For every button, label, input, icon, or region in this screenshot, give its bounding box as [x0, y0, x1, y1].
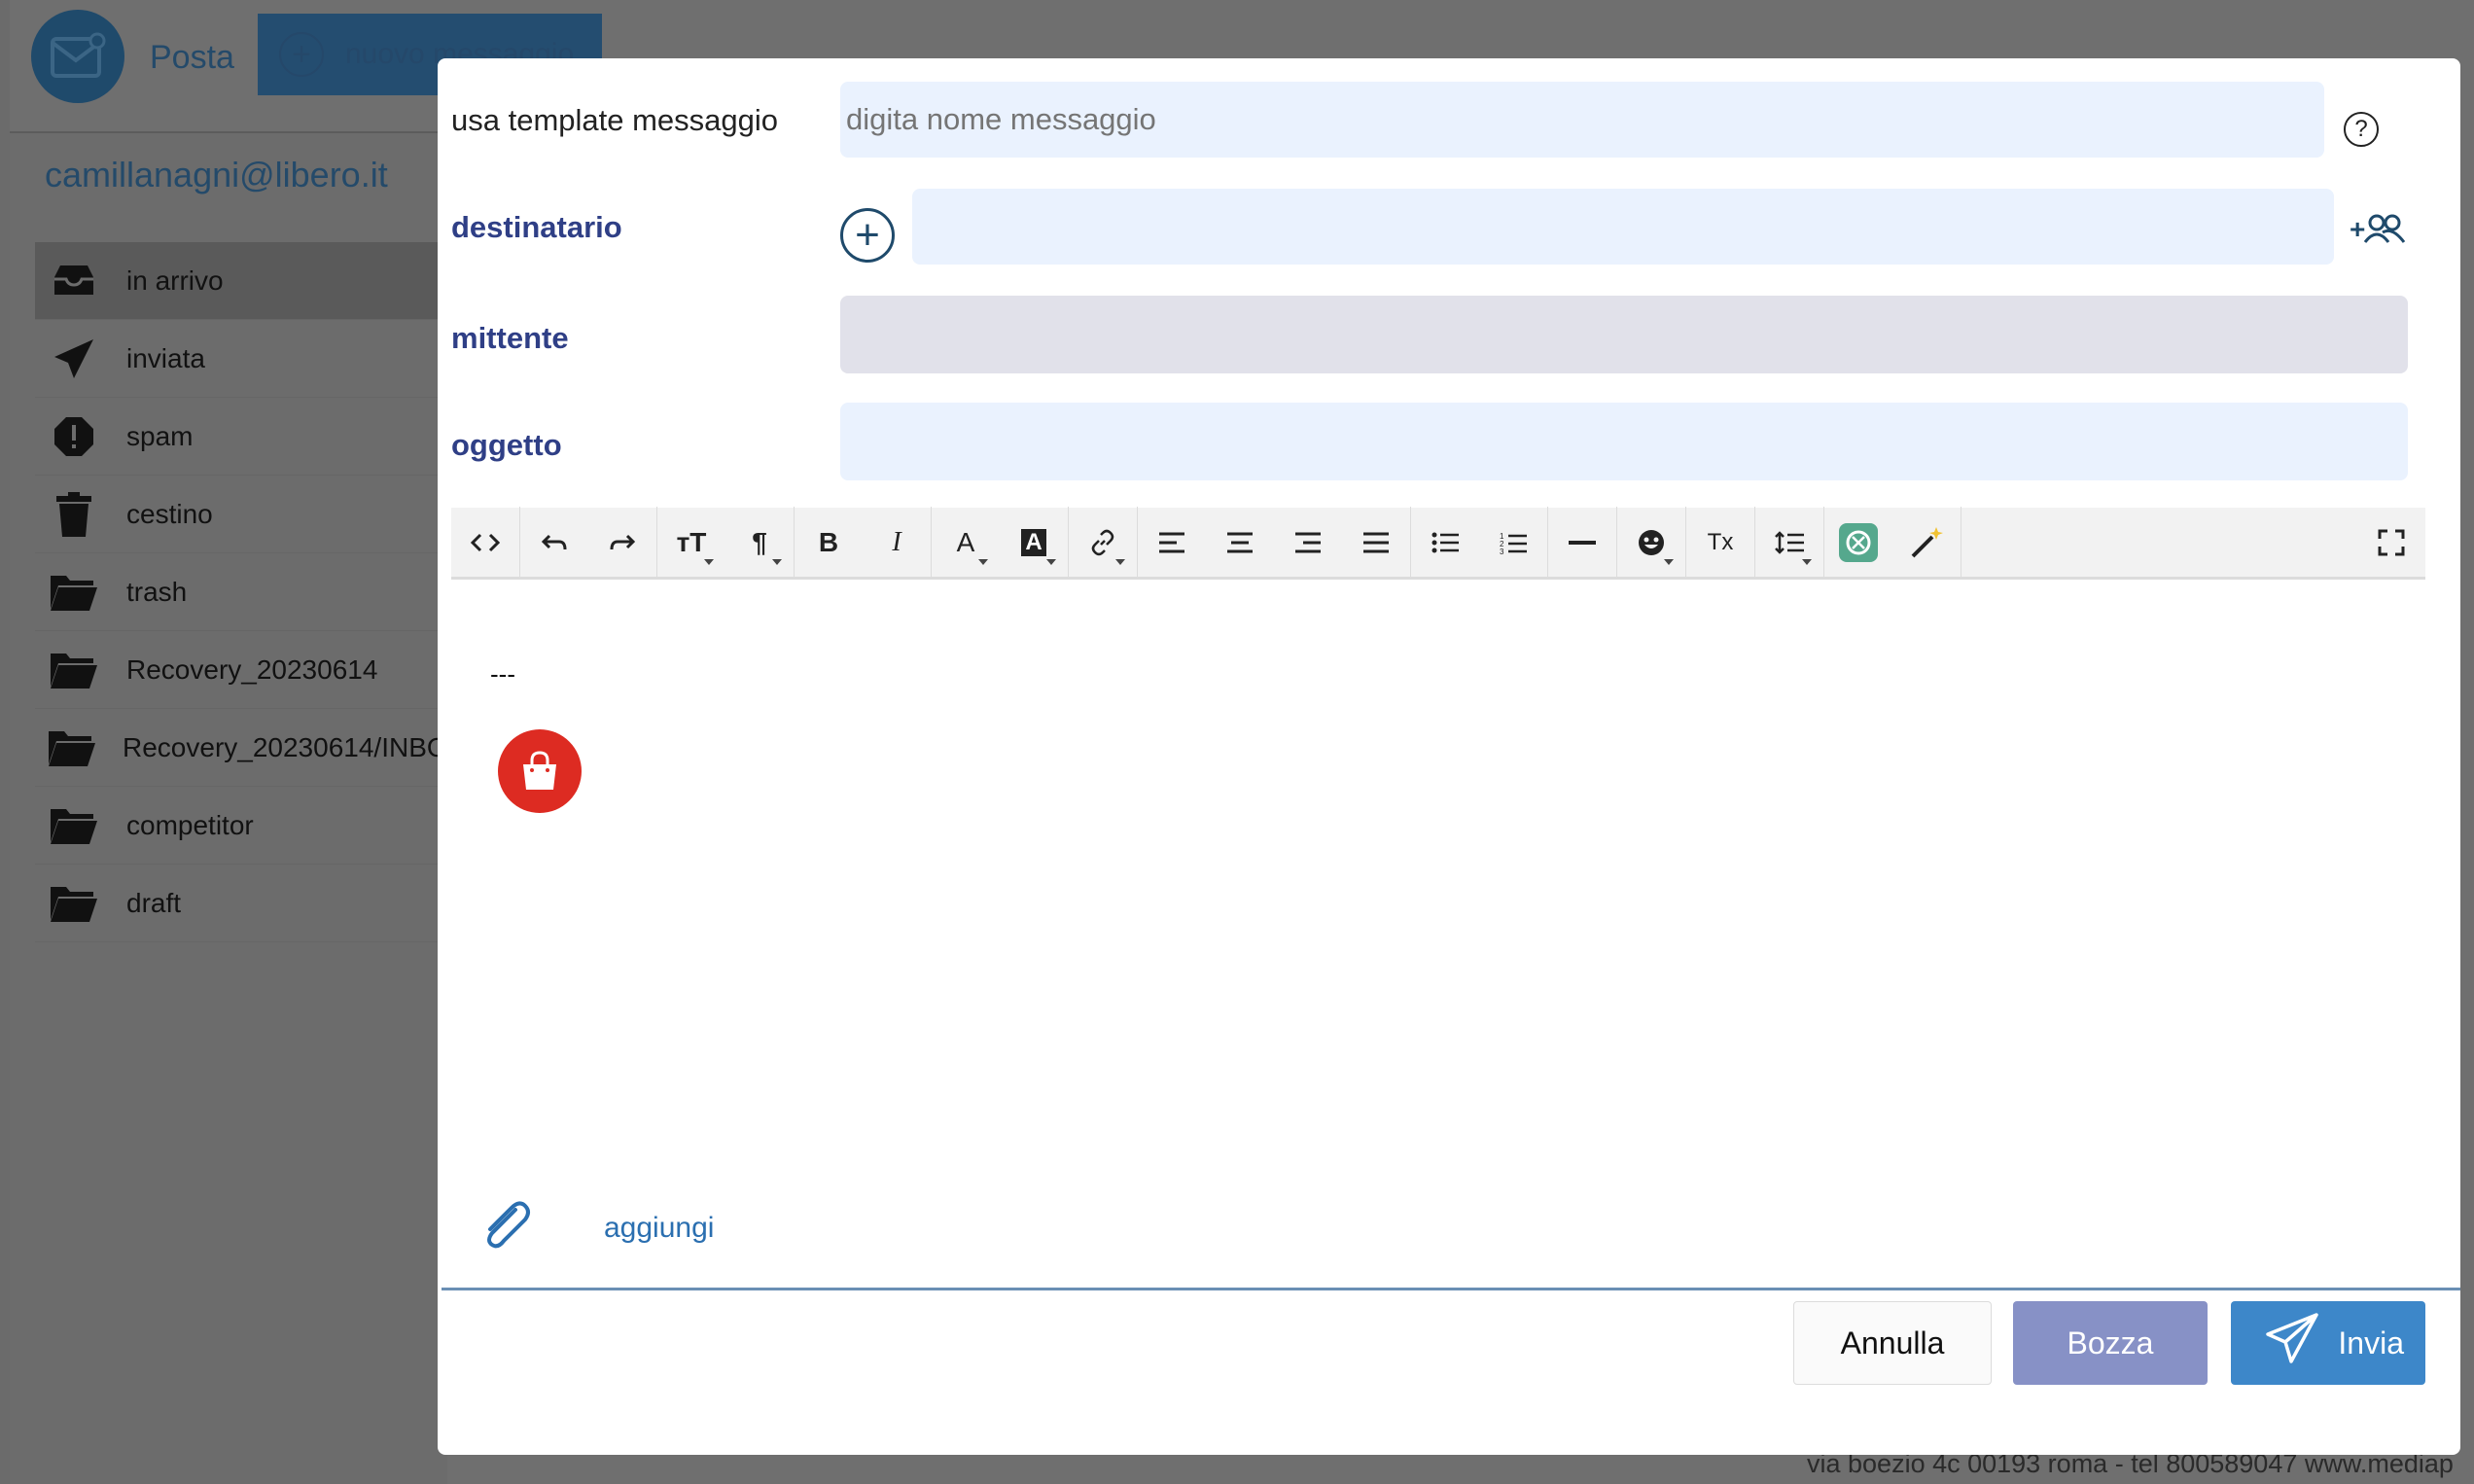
- sidebar-item-draft[interactable]: draft: [35, 865, 453, 942]
- folder-icon: [47, 880, 101, 927]
- cancel-button[interactable]: Annulla: [1793, 1301, 1992, 1385]
- svg-text:+: +: [2350, 214, 2365, 244]
- link-icon[interactable]: [1069, 507, 1137, 579]
- sidebar-item-label: spam: [126, 420, 194, 451]
- sidebar-item-sent[interactable]: inviata: [35, 320, 453, 398]
- alert-icon: [47, 413, 101, 460]
- inbox-icon: [47, 258, 101, 304]
- line-height-icon[interactable]: [1755, 507, 1823, 579]
- sidebar-item-recovery-inbox[interactable]: Recovery_20230614/INBOX: [35, 709, 466, 787]
- app-title: Posta: [150, 39, 234, 76]
- mail-logo-icon: [31, 10, 124, 103]
- paperclip-icon[interactable]: [477, 1196, 535, 1254]
- numbered-list-icon[interactable]: 123: [1479, 507, 1547, 579]
- bold-icon[interactable]: B: [795, 507, 863, 579]
- italic-icon[interactable]: I: [863, 507, 931, 579]
- sidebar-item-label: in arrivo: [126, 265, 224, 296]
- folder-icon: [47, 569, 101, 616]
- sender-field: [840, 296, 2408, 373]
- folder-icon: [47, 724, 97, 771]
- code-view-icon[interactable]: [451, 507, 519, 579]
- send-plane-icon: [2266, 1313, 2318, 1373]
- trash-icon: [47, 491, 101, 538]
- send-button[interactable]: Invia: [2231, 1301, 2425, 1385]
- save-draft-button[interactable]: Bozza: [2013, 1301, 2208, 1385]
- sidebar-item-label: Recovery_20230614: [126, 654, 378, 685]
- sidebar-item-label: inviata: [126, 342, 205, 373]
- sidebar-item-label: cestino: [126, 498, 213, 529]
- chatgpt-icon[interactable]: [1824, 507, 1892, 579]
- svg-text:3: 3: [1500, 548, 1504, 554]
- sidebar-item-label: draft: [126, 887, 182, 918]
- signature-separator: ---: [490, 659, 515, 689]
- sidebar-item-recovery[interactable]: Recovery_20230614: [35, 631, 453, 709]
- toolbar-group-typography: тT ¶: [657, 506, 795, 579]
- align-right-icon[interactable]: [1274, 507, 1342, 579]
- align-justify-icon[interactable]: [1342, 507, 1410, 579]
- toolbar-group-line-height: [1755, 506, 1824, 579]
- recipient-input[interactable]: [912, 189, 2334, 265]
- plus-icon: +: [279, 32, 324, 77]
- toolbar-group-lists: 123: [1411, 506, 1548, 579]
- align-center-icon[interactable]: [1206, 507, 1274, 579]
- add-contacts-icon[interactable]: +: [2350, 209, 2408, 248]
- toolbar-group-align: [1138, 506, 1411, 579]
- highlight-color-icon[interactable]: A: [1000, 507, 1068, 579]
- sender-label: mittente: [451, 321, 569, 355]
- help-icon[interactable]: ?: [2344, 112, 2379, 147]
- recipient-label: destinatario: [451, 210, 622, 244]
- toolbar-group-clear: Tx: [1686, 506, 1755, 579]
- toolbar-group-style: B I: [795, 506, 932, 579]
- subject-label: oggetto: [451, 428, 562, 462]
- send-label: Invia: [2338, 1325, 2404, 1360]
- editor-toolbar: тT ¶ B I A A 123 Tx: [451, 506, 2425, 580]
- toolbar-group-rule: [1548, 506, 1617, 579]
- add-recipient-button[interactable]: +: [840, 208, 895, 263]
- paper-plane-icon: [47, 336, 101, 382]
- redo-icon[interactable]: [588, 507, 656, 579]
- toolbar-group-ai: [1824, 506, 1962, 579]
- paragraph-icon[interactable]: ¶: [725, 507, 794, 579]
- folder-list: in arrivo inviata spam cestino trash Rec…: [35, 242, 466, 942]
- emoji-icon[interactable]: [1617, 507, 1685, 579]
- sidebar: camillanagni@libero.it in arrivo inviata…: [10, 131, 466, 1484]
- clear-format-icon[interactable]: Tx: [1686, 507, 1754, 579]
- message-editor[interactable]: ---: [451, 583, 2425, 1206]
- template-label: usa template messaggio: [451, 103, 779, 137]
- font-color-icon[interactable]: A: [932, 507, 1000, 579]
- compose-modal: usa template messaggio ? destinatario + …: [438, 58, 2460, 1455]
- template-search-input[interactable]: [840, 82, 2324, 158]
- sidebar-item-label: Recovery_20230614/INBOX: [123, 731, 467, 762]
- add-attachment-link[interactable]: aggiungi: [604, 1212, 714, 1245]
- highlight-letter: A: [1021, 528, 1046, 556]
- sidebar-item-label: trash: [126, 576, 188, 607]
- sidebar-item-spam[interactable]: spam: [35, 398, 453, 476]
- toolbar-group-color: A A: [932, 506, 1069, 579]
- toolbar-group-link: [1069, 506, 1138, 579]
- toolbar-group-emoji: [1617, 506, 1686, 579]
- shopping-bag-icon: [498, 729, 582, 813]
- sidebar-item-inbox[interactable]: in arrivo: [35, 242, 453, 320]
- folder-icon: [47, 802, 101, 849]
- bullet-list-icon[interactable]: [1411, 507, 1479, 579]
- toolbar-group-history: [520, 506, 657, 579]
- folder-icon: [47, 647, 101, 693]
- footer-divider: [442, 1288, 2460, 1290]
- font-size-icon[interactable]: тT: [657, 507, 725, 579]
- magic-wand-icon[interactable]: [1892, 507, 1961, 579]
- sidebar-item-competitor[interactable]: competitor: [35, 787, 453, 865]
- sidebar-item-trash[interactable]: trash: [35, 553, 453, 631]
- undo-icon[interactable]: [520, 507, 588, 579]
- toolbar-group-code: [451, 506, 520, 579]
- fullscreen-icon[interactable]: [2357, 507, 2425, 579]
- horizontal-rule-icon[interactable]: [1548, 507, 1616, 579]
- align-left-icon[interactable]: [1138, 507, 1206, 579]
- sidebar-item-label: competitor: [126, 809, 254, 840]
- subject-input[interactable]: [840, 403, 2408, 480]
- sidebar-item-trash-bin[interactable]: cestino: [35, 476, 453, 553]
- account-email: camillanagni@libero.it: [45, 155, 388, 194]
